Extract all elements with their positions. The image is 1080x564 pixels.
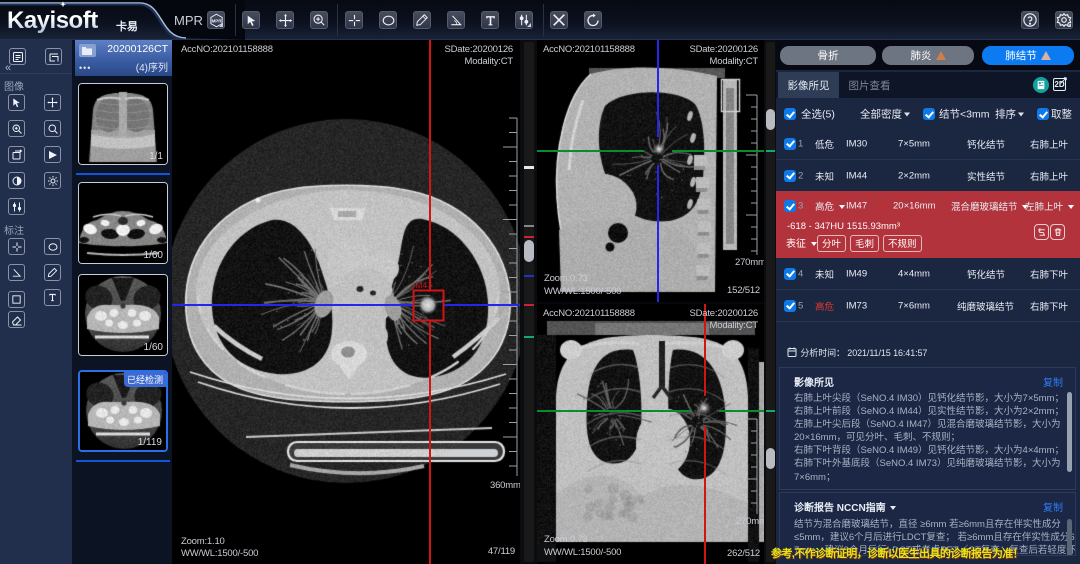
svg-text:IM47: IM47 [413,280,432,290]
svg-text:MPR: MPR [211,18,222,23]
